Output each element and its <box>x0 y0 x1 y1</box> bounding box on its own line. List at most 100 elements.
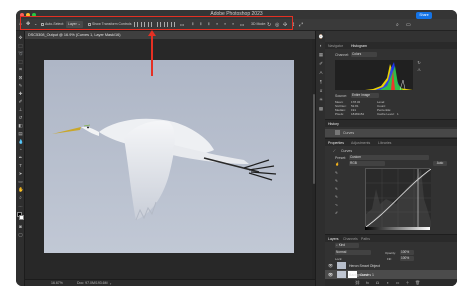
share-button[interactable]: Share <box>416 12 432 19</box>
blur-tool-icon[interactable]: 💧 <box>18 139 24 144</box>
tab-adjustments[interactable]: Adjustments <box>351 141 370 145</box>
tab-channels[interactable]: Channels <box>343 237 358 241</box>
tab-layers[interactable]: Layers <box>328 237 339 241</box>
layer-style-icon[interactable]: fx <box>365 280 370 285</box>
patterns-panel-icon[interactable]: ▩ <box>318 106 324 112</box>
gradient-tool-icon[interactable]: ▤ <box>18 131 23 136</box>
right-panels: Navigator Histogram Channel: Colors ↻ ⚠ … <box>325 31 457 286</box>
rectangle-tool-icon[interactable]: ▭ <box>18 179 23 184</box>
stat-pixels-value: 18481152 <box>351 112 365 116</box>
screen-mode-icon[interactable]: ▢ <box>18 232 23 237</box>
layer-name: Background <box>349 272 368 277</box>
eye-icon[interactable]: 👁 <box>328 263 333 268</box>
healing-brush-tool-icon[interactable]: ✚ <box>18 91 23 96</box>
stat-cache-label: Cache Level: <box>377 112 395 116</box>
opacity-field[interactable]: 100% <box>400 250 414 255</box>
delete-layer-icon[interactable]: 🗑 <box>415 280 420 285</box>
crop-tool-icon[interactable]: ⌗ <box>18 67 23 72</box>
layer-name: Heron Smart Object <box>349 263 380 268</box>
panel-icon-strip: ⌚ ◐ ▦ ✐ A ¶ α ☀ ▩ <box>315 31 325 286</box>
curves-chart <box>365 168 432 228</box>
layers-footer: 👁 Background ⛓ fx ◘ ◑ ▭ ＋ 🗑 <box>325 271 457 286</box>
history-tabs: History <box>325 120 457 127</box>
color-panel-icon[interactable]: ◐ <box>318 43 324 49</box>
gray-point-eyedropper-icon[interactable]: ✎ <box>335 187 338 191</box>
document-tab[interactable]: DSC5308_Output @ 16.9% (Curves 1, Layer … <box>25 31 315 39</box>
layer-filter-dropdown[interactable]: ⌕ Kind <box>335 243 359 248</box>
search-icon: ⌕ <box>336 243 338 247</box>
tools-panel: ✥ ⬚ ➰ ⬚ ⌗ ⊠ ✎ ✚ ✐ ⊥ ↺ ◧ ▤ 💧 ◔ ✒ T ➤ ▭ ✋ … <box>16 31 25 286</box>
hand-target-icon[interactable]: ☝ <box>335 162 339 166</box>
add-mask-icon[interactable]: ◘ <box>375 280 380 285</box>
layer-thumbnail <box>337 271 346 278</box>
hand-tool-icon[interactable]: ✋ <box>18 187 24 192</box>
layer-row[interactable]: 👁 Heron Smart Object <box>325 261 457 270</box>
refresh-icon[interactable]: ↻ <box>417 61 421 65</box>
curve-points-icon[interactable]: ∿ <box>335 203 338 207</box>
blend-mode-dropdown[interactable]: Normal <box>335 250 371 255</box>
eyedropper-tool-icon[interactable]: ✎ <box>18 83 23 88</box>
eye-icon[interactable]: 👁 <box>328 272 333 277</box>
heron-photo[interactable] <box>44 60 294 253</box>
quick-mask-icon[interactable]: ◙ <box>18 224 23 229</box>
black-point-eyedropper-icon[interactable]: ✎ <box>335 179 338 183</box>
status-bar: 16.67% Doc: 97.0M/193.6M › <box>25 279 315 286</box>
character-panel-icon[interactable]: A <box>318 70 324 76</box>
curves-title: Curves <box>341 149 353 153</box>
tab-history[interactable]: History <box>328 122 339 126</box>
background-color-swatch[interactable] <box>19 215 24 220</box>
move-tool-icon[interactable]: ✥ <box>18 35 23 40</box>
channel-dropdown[interactable]: Colors <box>351 52 377 57</box>
type-tool-icon[interactable]: T <box>18 163 23 168</box>
new-layer-icon[interactable]: ＋ <box>405 280 410 285</box>
artboard-tool-icon[interactable]: ⬚ <box>18 43 23 48</box>
object-selection-tool-icon[interactable]: ⬚ <box>18 59 23 64</box>
dodge-tool-icon[interactable]: ◔ <box>18 147 23 152</box>
history-item[interactable]: Curves <box>325 129 457 137</box>
path-selection-tool-icon[interactable]: ➤ <box>18 171 23 176</box>
pencil-curve-icon[interactable]: ✐ <box>335 211 338 215</box>
link-layers-icon[interactable]: ⛓ <box>355 280 360 285</box>
tab-paths[interactable]: Paths <box>361 237 370 241</box>
more-tools-icon[interactable]: … <box>18 203 23 208</box>
layer-row[interactable]: 👁 Background <box>325 270 457 279</box>
glyphs-panel-icon[interactable]: α <box>318 88 324 94</box>
tab-navigator[interactable]: Navigator <box>328 44 343 48</box>
document-info[interactable]: Doc: 97.0M/193.6M <box>77 281 108 285</box>
adjustment-layer-icon[interactable]: ◑ <box>385 280 390 285</box>
eraser-tool-icon[interactable]: ◧ <box>18 123 23 128</box>
history-brush-tool-icon[interactable]: ↺ <box>18 115 23 120</box>
swatches-panel-icon[interactable]: ▦ <box>318 52 324 58</box>
channel-label: Channel: <box>335 53 350 57</box>
history-panel-icon[interactable]: ⌚ <box>318 34 324 40</box>
lasso-tool-icon[interactable]: ➰ <box>18 51 24 56</box>
white-point-eyedropper-icon[interactable]: ✎ <box>335 195 338 199</box>
channel-rgb-dropdown[interactable]: RGB <box>349 161 385 166</box>
source-dropdown[interactable]: Entire Image <box>351 93 379 98</box>
curves-gradient-bar <box>365 227 430 230</box>
tab-properties[interactable]: Properties <box>328 141 344 145</box>
new-group-icon[interactable]: ▭ <box>395 280 400 285</box>
brush-tool-icon[interactable]: ✐ <box>18 99 23 104</box>
learn-panel-icon[interactable]: ☀ <box>318 97 324 103</box>
curves-graph[interactable] <box>365 168 432 228</box>
workspace-icon[interactable]: ▭ <box>406 22 411 28</box>
zoom-level[interactable]: 16.67% <box>51 281 63 285</box>
brush-panel-icon[interactable]: ✐ <box>318 61 324 67</box>
document-tab-label: DSC5308_Output @ 16.9% (Curves 1, Layer … <box>28 32 121 37</box>
chevron-right-icon[interactable]: › <box>110 281 111 286</box>
preset-dropdown[interactable]: Custom <box>349 155 429 160</box>
layer-filter-value: Kind <box>338 243 346 247</box>
auto-button[interactable]: Auto <box>433 161 447 166</box>
clone-stamp-tool-icon[interactable]: ⊥ <box>18 107 23 112</box>
tab-histogram[interactable]: Histogram <box>351 44 367 48</box>
pen-tool-icon[interactable]: ✒ <box>18 155 23 160</box>
paragraph-panel-icon[interactable]: ¶ <box>318 79 324 85</box>
tab-libraries[interactable]: Libraries <box>378 141 391 145</box>
frame-tool-icon[interactable]: ⊠ <box>18 75 23 80</box>
scale-3d-icon[interactable]: ⤢ <box>299 22 303 28</box>
on-image-tool-icon[interactable]: ✎ <box>335 171 338 175</box>
opacity-label: Opacity: <box>385 251 397 255</box>
search-icon[interactable]: ⌕ <box>396 22 399 28</box>
zoom-tool-icon[interactable]: ⌕ <box>18 195 23 200</box>
